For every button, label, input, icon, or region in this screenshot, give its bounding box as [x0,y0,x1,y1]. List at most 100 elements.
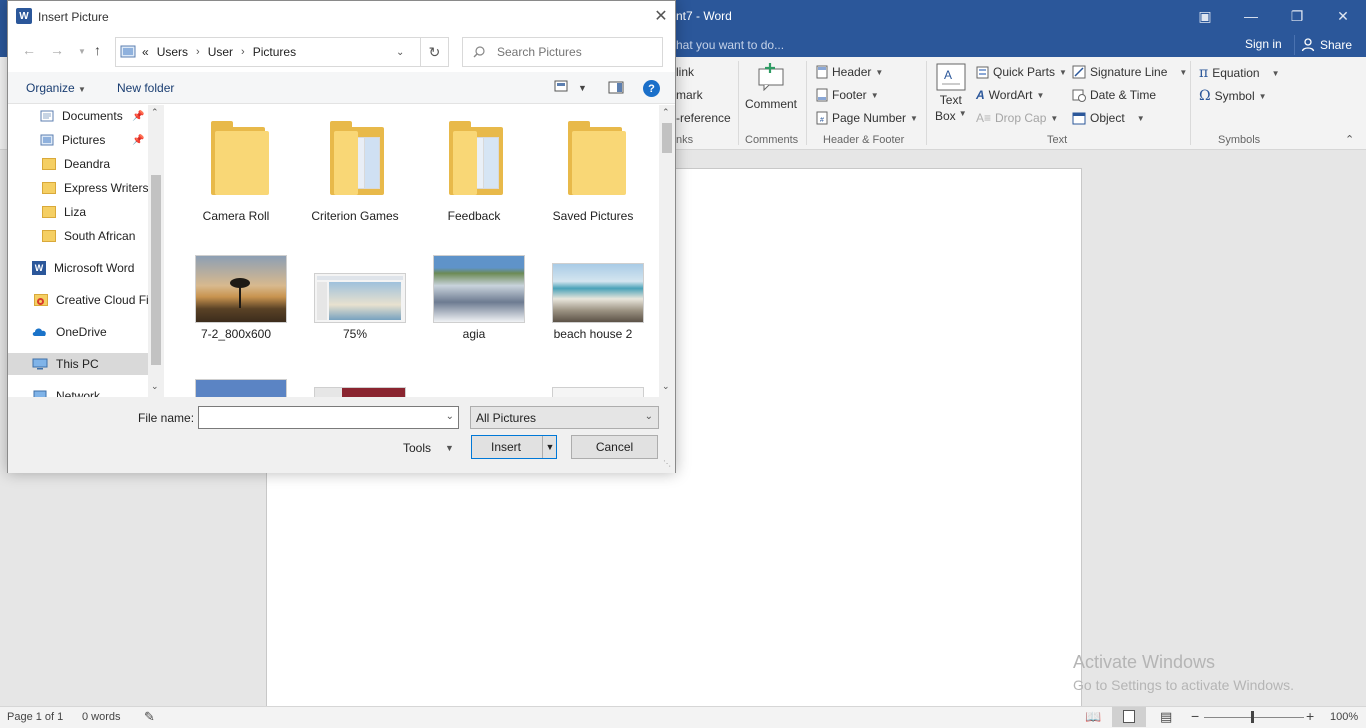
breadcrumb-users[interactable]: Users [157,45,188,59]
word-count[interactable]: 0 words [82,711,121,723]
breadcrumb-chevron-icon[interactable]: › [196,46,200,58]
folder-item[interactable]: Saved Pictures [534,121,652,225]
nav-item-pictures[interactable]: Pictures 📌 [8,129,148,151]
forward-arrow-icon[interactable]: → [50,42,64,58]
nav-item-south-african[interactable]: South African [8,225,148,247]
date-time-button[interactable]: Date & Time [1072,88,1156,102]
scroll-up-icon[interactable]: ⌃ [662,107,670,118]
search-box[interactable] [462,37,663,67]
nav-item-microsoft-word[interactable]: W Microsoft Word [8,257,148,279]
new-comment-button[interactable]: Comment [745,61,797,111]
zoom-in-icon[interactable]: + [1306,708,1314,724]
zoom-slider-thumb[interactable] [1251,711,1254,723]
text-box-button[interactable]: A Text Box ▼ [935,63,967,123]
image-item[interactable]: 75% [296,255,414,345]
cross-reference-button[interactable]: -reference [676,111,731,125]
close-icon[interactable]: ✕ [650,5,672,27]
header-button[interactable]: Header ▼ [816,65,883,79]
file-type-filter[interactable]: All Pictures ⌄ [470,406,659,429]
file-list-scrollbar[interactable]: ⌃ ⌄ [659,105,675,397]
drop-cap-button[interactable]: A≡ Drop Cap ▼ [976,111,1058,125]
recent-locations-icon[interactable]: ▼ [78,47,86,56]
footer-button[interactable]: Footer ▼ [816,88,879,102]
back-arrow-icon[interactable]: ← [22,42,36,58]
equation-button[interactable]: π Equation ▼ [1199,65,1280,81]
up-arrow-icon[interactable]: ↑ [94,42,101,58]
nav-item-creative-cloud[interactable]: Creative Cloud Fil [8,289,148,311]
image-thumbnail[interactable] [195,379,287,397]
signature-line-button[interactable]: Signature Line ▼ [1072,65,1187,79]
nav-item-express-writers[interactable]: Express Writers [8,177,148,199]
quick-parts-button[interactable]: Quick Parts ▼ [976,65,1067,79]
nav-item-documents[interactable]: Documents 📌 [8,105,148,127]
view-options-dropdown-icon[interactable]: ▼ [578,83,587,93]
refresh-button[interactable]: ↻ [420,37,449,67]
organize-menu[interactable]: Organize ▼ [26,81,86,95]
navigation-pane-scroll-thumb[interactable] [151,175,161,365]
hyperlink-button[interactable]: link [676,65,694,79]
zoom-level[interactable]: 100% [1330,711,1358,723]
tools-menu[interactable]: Tools ▼ [403,441,454,455]
nav-item-liza[interactable]: Liza [8,201,148,223]
search-input[interactable] [497,45,647,59]
ribbon-display-options-icon[interactable]: ▣ [1182,0,1228,32]
image-item[interactable]: agia [415,255,533,345]
file-name-combobox[interactable]: ⌄ [198,406,459,429]
scroll-up-icon[interactable]: ⌃ [151,107,159,118]
folder-label: Feedback [447,209,501,223]
insert-button[interactable]: Insert ▼ [471,435,557,459]
bookmark-button[interactable]: mark [676,88,703,102]
tell-me-search[interactable]: hat you want to do... [676,38,784,52]
file-name-dropdown-icon[interactable]: ⌄ [446,411,454,422]
file-name-input[interactable] [199,407,429,428]
resize-grip-icon[interactable]: ⋱ [663,459,671,468]
collapse-ribbon-icon[interactable]: ⌃ [1345,133,1354,146]
breadcrumb-pictures[interactable]: Pictures [253,45,296,59]
breadcrumb-user[interactable]: User [208,45,233,59]
minimize-icon[interactable]: — [1228,0,1274,32]
help-icon[interactable]: ? [643,80,660,97]
web-layout-icon[interactable]: ▤ [1160,709,1172,725]
close-window-icon[interactable]: ✕ [1320,0,1366,32]
zoom-slider[interactable] [1204,717,1304,718]
wordart-button[interactable]: A WordArt ▼ [976,88,1044,102]
dialog-titlebar[interactable]: W Insert Picture ✕ [8,1,675,32]
sign-in-link[interactable]: Sign in [1245,37,1282,51]
change-view-icon[interactable] [554,80,568,95]
scroll-down-icon[interactable]: ⌄ [151,381,159,392]
navigation-pane-scrollbar[interactable]: ⌃ ⌄ [148,105,164,397]
file-list-scroll-thumb[interactable] [662,123,672,153]
proofing-icon[interactable]: ✎ [144,709,155,725]
image-item[interactable]: 7-2_800x600 [177,255,295,345]
restore-icon[interactable]: ❐ [1274,0,1320,32]
address-dropdown-icon[interactable]: ⌄ [396,47,404,58]
image-item[interactable]: beach house 2 [534,255,652,345]
symbol-button[interactable]: Ω Symbol ▼ [1199,88,1267,104]
folder-item[interactable]: Camera Roll [177,121,295,225]
pin-icon[interactable]: 📌 [132,135,144,146]
folder-item[interactable]: Criterion Games [296,121,414,225]
page-count[interactable]: Page 1 of 1 [7,711,63,723]
pin-icon[interactable]: 📌 [132,111,144,122]
nav-item-deandra[interactable]: Deandra [8,153,148,175]
zoom-out-icon[interactable]: − [1191,708,1199,724]
scroll-down-icon[interactable]: ⌄ [662,381,670,392]
folder-item[interactable]: Feedback [415,121,533,225]
image-thumbnail[interactable] [552,387,644,397]
breadcrumb-chevron-icon[interactable]: › [241,46,245,58]
nav-item-network[interactable]: Network [8,385,148,397]
address-overflow[interactable]: « [142,45,149,59]
image-thumbnail[interactable] [314,387,406,397]
print-layout-icon[interactable] [1112,707,1146,727]
insert-options-dropdown-icon[interactable]: ▼ [542,436,557,458]
nav-item-onedrive[interactable]: OneDrive [8,321,148,343]
page-number-button[interactable]: # Page Number ▼ [816,111,918,125]
read-mode-icon[interactable]: 📖 [1085,709,1101,725]
address-bar[interactable]: « Users › User › Pictures ⌄ [115,37,421,67]
cancel-button[interactable]: Cancel [571,435,658,459]
object-button[interactable]: Object ▼ [1072,111,1145,125]
nav-item-this-pc[interactable]: This PC [8,353,148,375]
new-folder-button[interactable]: New folder [117,81,174,95]
preview-pane-icon[interactable] [608,81,624,97]
share-button[interactable]: Share [1294,35,1358,55]
